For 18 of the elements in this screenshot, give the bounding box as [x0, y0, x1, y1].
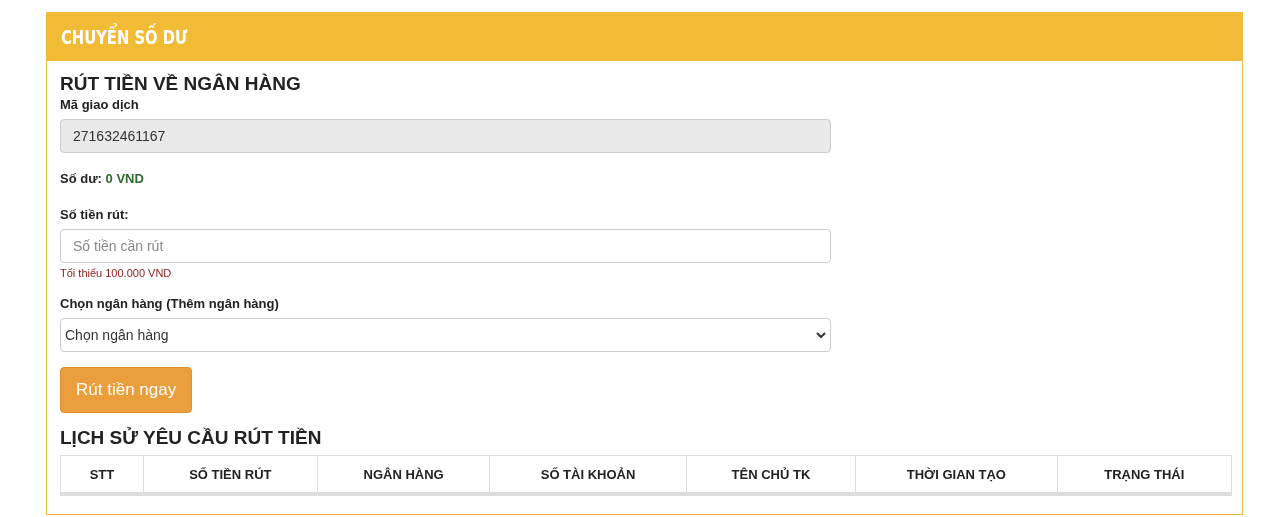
column-header: TRẠNG THÁI [1057, 455, 1232, 494]
form-title: RÚT TIỀN VỀ NGÂN HÀNG [60, 73, 302, 95]
chevron-icon [816, 331, 826, 339]
balance-text: Số dư: 0 VND [60, 171, 145, 186]
field-label: Chọn ngân hàng (Thêm ngân hàng) [60, 295, 280, 313]
column-header: STT [60, 455, 144, 494]
column-header: THỜI GIAN TẠO [855, 455, 1058, 494]
column-header: TÊN CHỦ TK [686, 455, 856, 494]
field-label: Số tiền rút: [60, 206, 130, 224]
column-header: NGÂN HÀNG [317, 455, 490, 494]
bank-dropdown[interactable]: Chọn ngân hàng [60, 318, 831, 352]
hint-text: Tối thiểu 100.000 VND [60, 267, 172, 279]
column-header: SỐ TIỀN RÚT [143, 455, 318, 494]
amount-field[interactable]: Số tiền cần rút [60, 229, 831, 263]
panel-title: CHUYỂN SỐ DƯ [61, 25, 188, 49]
section-title: LỊCH SỬ YÊU CẦU RÚT TIỀN [60, 427, 323, 449]
field-label: Mã giao dịch [60, 96, 139, 114]
column-header: SỐ TÀI KHOẢN [489, 455, 687, 494]
